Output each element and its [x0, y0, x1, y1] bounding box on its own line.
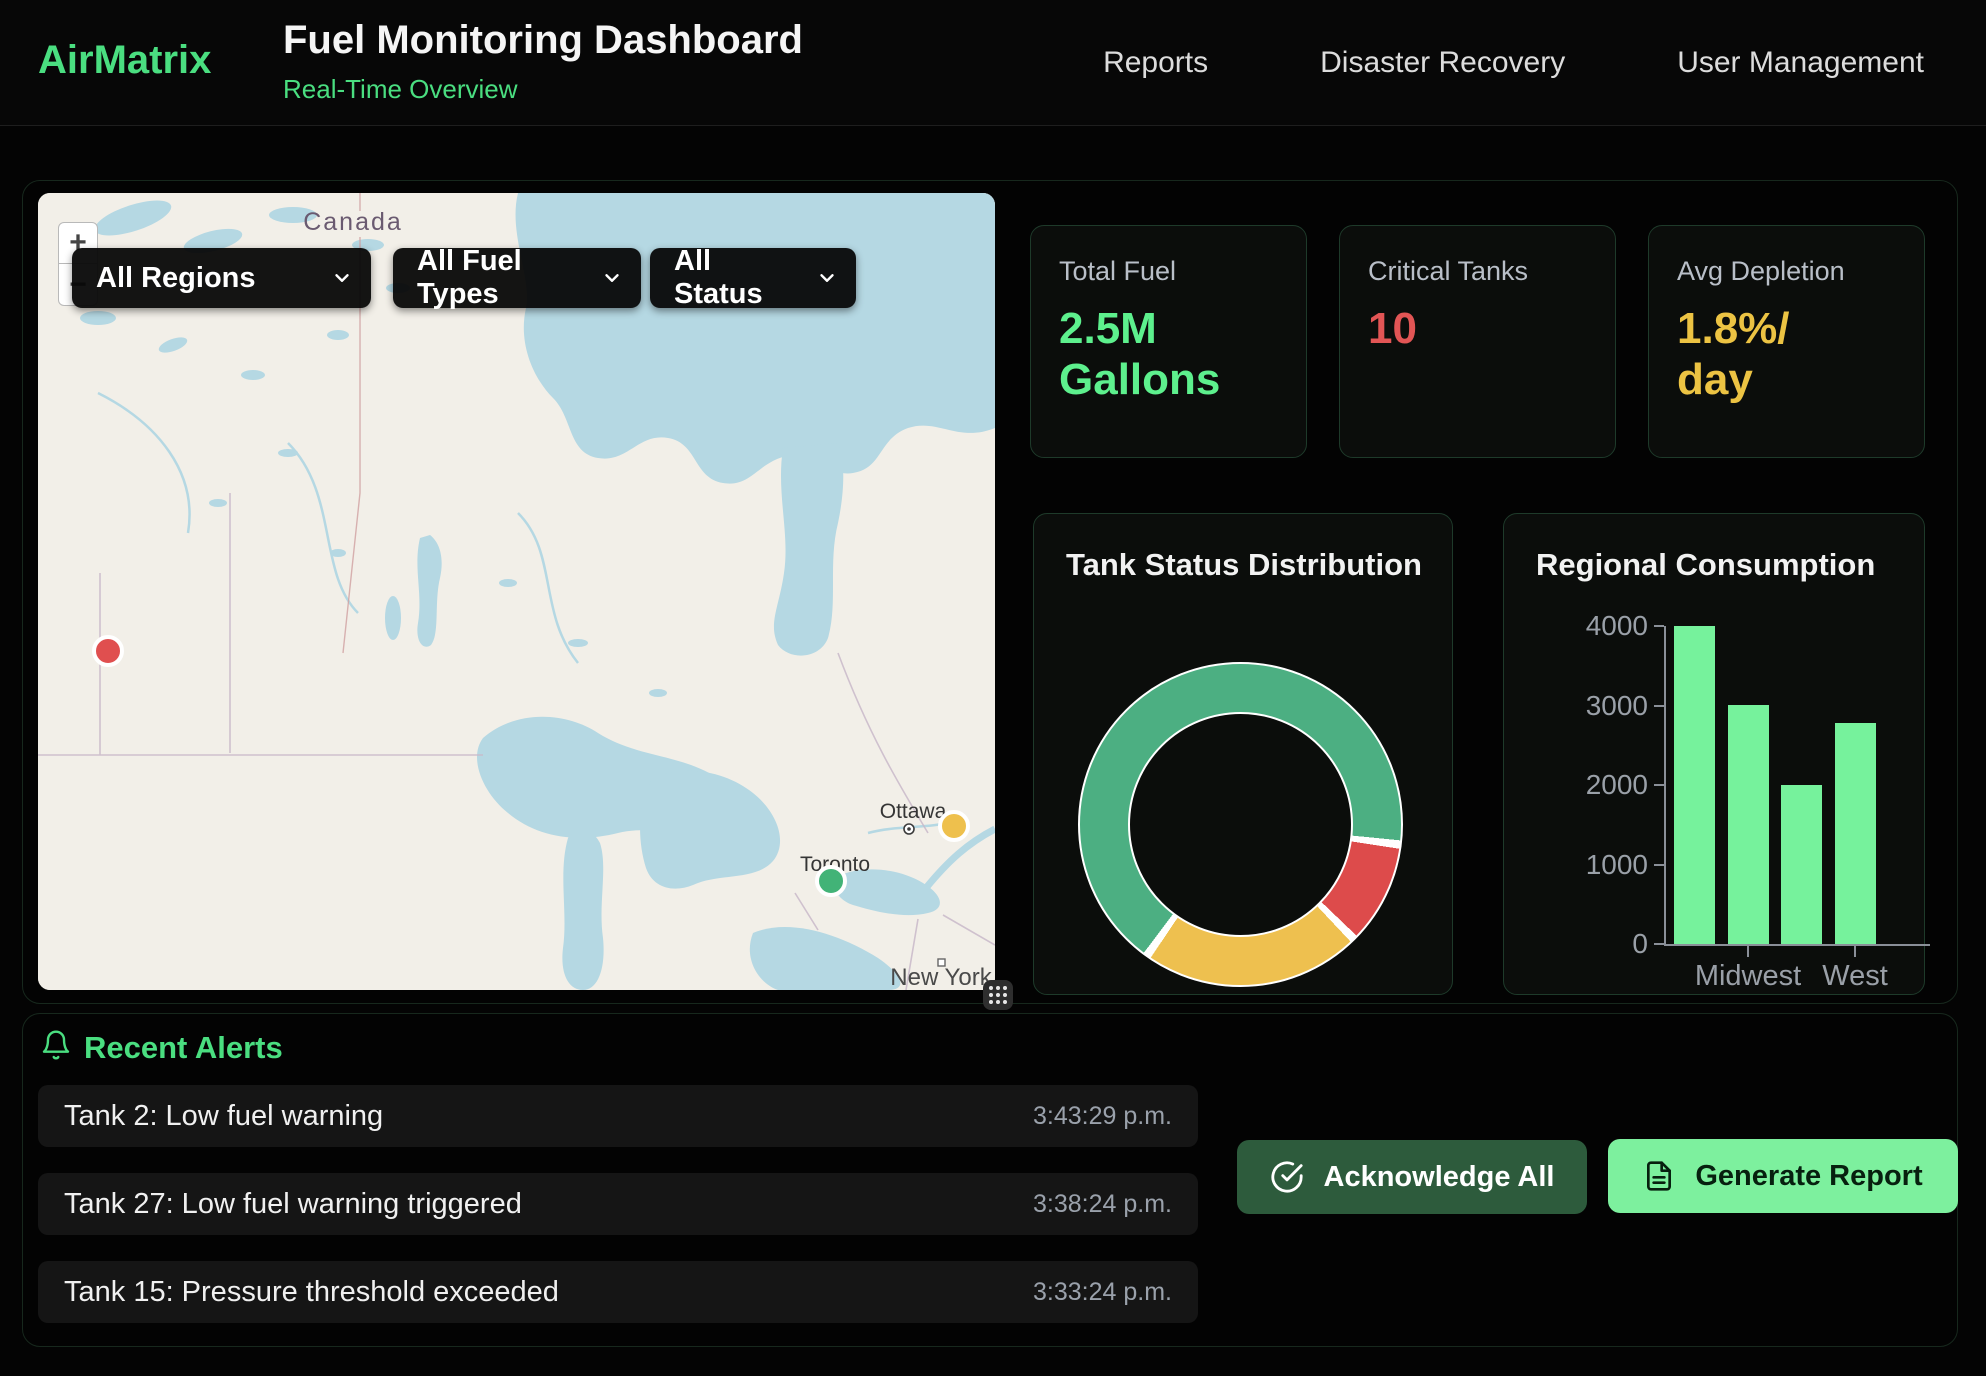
alerts-title: Recent Alerts	[84, 1030, 283, 1066]
kpi-value-0: 2.5M Gallons	[1059, 303, 1278, 405]
generate-report-button[interactable]: Generate Report	[1608, 1139, 1958, 1213]
tank-status-distribution-card: Tank Status Distribution	[1033, 513, 1453, 995]
map-resize-handle[interactable]	[983, 980, 1013, 1010]
bell-icon	[40, 1028, 72, 1062]
bar	[1835, 723, 1876, 944]
chevron-down-icon	[331, 267, 353, 289]
alert-timestamp: 3:33:24 p.m.	[1033, 1278, 1172, 1307]
bar-y-axis: 4000 3000 2000 1000 0	[1534, 610, 1664, 960]
kpi-value-1: 10	[1368, 303, 1587, 354]
kpi-label: Critical Tanks	[1368, 256, 1587, 287]
bar-x-labels: Midwest West	[1664, 946, 1928, 1006]
kpi-card-avg-depletion: Avg Depletion 1.8%/ day	[1648, 225, 1925, 458]
alert-row: Tank 27: Low fuel warning triggered 3:38…	[38, 1173, 1198, 1235]
kpi-card-critical-tanks: Critical Tanks 10	[1339, 225, 1616, 458]
tank-marker-normal[interactable]	[817, 867, 845, 895]
alert-timestamp: 3:38:24 p.m.	[1033, 1190, 1172, 1219]
y-tick-label: 4000	[1586, 610, 1664, 642]
chart-title: Tank Status Distribution	[1066, 547, 1422, 583]
tank-map[interactable]: Canada Ottawa Toronto New York + − All R…	[38, 193, 995, 990]
bar-plot	[1666, 626, 1876, 944]
x-tick-mark	[1747, 946, 1749, 957]
x-tick-label: West	[1822, 960, 1888, 993]
lake-manitoba	[385, 596, 401, 640]
donut-hole	[1128, 712, 1353, 937]
alert-message: Tank 15: Pressure threshold exceeded	[64, 1276, 559, 1309]
kpi-card-total-fuel: Total Fuel 2.5M Gallons	[1030, 225, 1307, 458]
region-filter-value: All Regions	[96, 262, 256, 295]
region-filter-dropdown[interactable]: All Regions	[72, 248, 371, 308]
fuel-monitoring-dashboard: AirMatrix Fuel Monitoring Dashboard Real…	[0, 0, 1986, 1376]
y-tick-label: 0	[1632, 928, 1664, 960]
kpi-value-line: 10	[1368, 303, 1587, 354]
check-circle-icon	[1270, 1160, 1304, 1194]
kpi-label: Avg Depletion	[1677, 256, 1896, 287]
acknowledge-all-label: Acknowledge All	[1324, 1161, 1555, 1194]
bar	[1781, 785, 1822, 944]
main-nav: Reports Disaster Recovery User Managemen…	[1103, 0, 1924, 125]
fuel-type-filter-dropdown[interactable]: All Fuel Types	[393, 248, 641, 308]
city-label-new-york: New York	[890, 964, 992, 990]
nav-disaster-recovery[interactable]: Disaster Recovery	[1320, 46, 1565, 80]
acknowledge-all-button[interactable]: Acknowledge All	[1237, 1140, 1587, 1214]
y-tick-label: 2000	[1586, 769, 1664, 801]
alert-row: Tank 2: Low fuel warning 3:43:29 p.m.	[38, 1085, 1198, 1147]
tank-marker-warning[interactable]	[940, 812, 968, 840]
alert-row: Tank 15: Pressure threshold exceeded 3:3…	[38, 1261, 1198, 1323]
alert-message: Tank 27: Low fuel warning triggered	[64, 1188, 522, 1221]
kpi-value-2: 1.8%/ day	[1677, 303, 1896, 405]
chevron-down-icon	[601, 267, 623, 289]
generate-report-label: Generate Report	[1695, 1160, 1922, 1193]
chart-title: Regional Consumption	[1536, 547, 1875, 583]
country-label: Canada	[303, 208, 403, 236]
ottawa-marker-dot	[907, 827, 911, 831]
y-tick-label: 1000	[1586, 849, 1664, 881]
bar	[1674, 626, 1715, 944]
alert-message: Tank 2: Low fuel warning	[64, 1100, 383, 1133]
bar	[1728, 705, 1769, 944]
x-tick-label: Midwest	[1695, 960, 1801, 993]
city-label-ottawa: Ottawa	[880, 800, 947, 823]
regional-consumption-card: Regional Consumption 4000 3000 2000 1000 0 M…	[1503, 513, 1925, 995]
status-filter-dropdown[interactable]: All Status	[650, 248, 856, 308]
nav-user-management[interactable]: User Management	[1677, 46, 1924, 80]
page-title: Fuel Monitoring Dashboard	[283, 18, 803, 63]
brand-logo: AirMatrix	[38, 38, 211, 83]
tank-marker-critical[interactable]	[94, 637, 122, 665]
status-filter-value: All Status	[674, 245, 802, 311]
fuel-type-filter-value: All Fuel Types	[417, 245, 587, 311]
report-file-icon	[1643, 1160, 1675, 1192]
x-tick-mark	[1854, 946, 1856, 957]
kpi-value-line: 1.8%/	[1677, 303, 1896, 354]
y-tick-label: 3000	[1586, 690, 1664, 722]
chevron-down-icon	[816, 267, 838, 289]
kpi-value-line: day	[1677, 354, 1896, 405]
kpi-label: Total Fuel	[1059, 256, 1278, 287]
kpi-value-line: Gallons	[1059, 354, 1278, 405]
alert-timestamp: 3:43:29 p.m.	[1033, 1102, 1172, 1131]
kpi-value-line: 2.5M	[1059, 303, 1278, 354]
nav-reports[interactable]: Reports	[1103, 46, 1208, 80]
map-canvas: Canada Ottawa Toronto New York	[38, 193, 995, 990]
header: AirMatrix Fuel Monitoring Dashboard Real…	[0, 0, 1986, 126]
page-subtitle: Real-Time Overview	[283, 74, 518, 105]
